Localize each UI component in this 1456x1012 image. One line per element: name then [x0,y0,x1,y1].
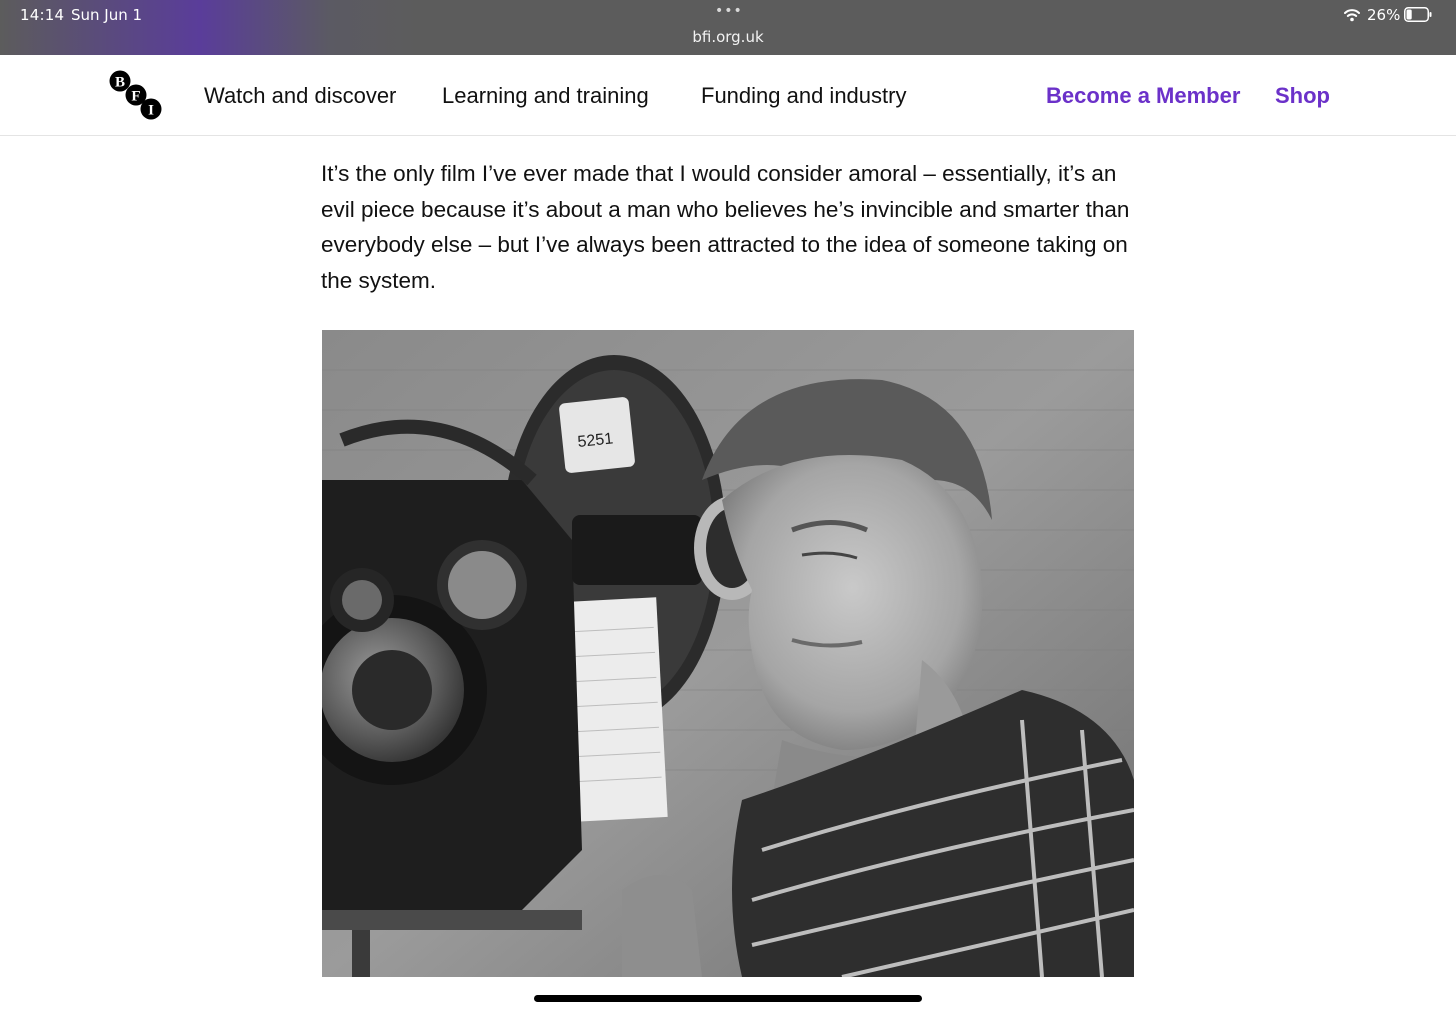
nav-watch-and-discover[interactable]: Watch and discover [204,83,396,109]
logo-letter-b: B [115,75,125,91]
article-paragraph: It’s the only film I’ve ever made that I… [321,161,1130,294]
nav-funding-and-industry[interactable]: Funding and industry [701,83,906,109]
wifi-icon [1344,9,1360,22]
status-date: Sun Jun 1 [71,6,143,24]
logo-letter-i: I [148,103,154,119]
nav-learning-and-training[interactable]: Learning and training [442,83,649,109]
site-header: B F I Watch and discover Learning and tr… [0,55,1456,136]
battery-percentage: 26% [1367,6,1401,24]
battery-icon [1404,7,1432,22]
address-bar-url[interactable]: bfi.org.uk [0,28,1456,46]
logo-letter-f: F [131,89,140,105]
bfi-logo[interactable]: B F I [108,69,164,123]
become-a-member-link[interactable]: Become a Member [1046,83,1240,109]
battery-level-fill [1406,9,1412,20]
director-with-camera-photo: 5251 [322,330,1134,977]
shop-link[interactable]: Shop [1275,83,1330,109]
status-bar: 14:14 Sun Jun 1 ••• bfi.org.uk 26% [0,0,1456,55]
multitasking-dots-icon[interactable]: ••• [715,3,743,19]
home-indicator-bar[interactable] [534,995,922,1002]
status-time: 14:14 [20,6,65,24]
